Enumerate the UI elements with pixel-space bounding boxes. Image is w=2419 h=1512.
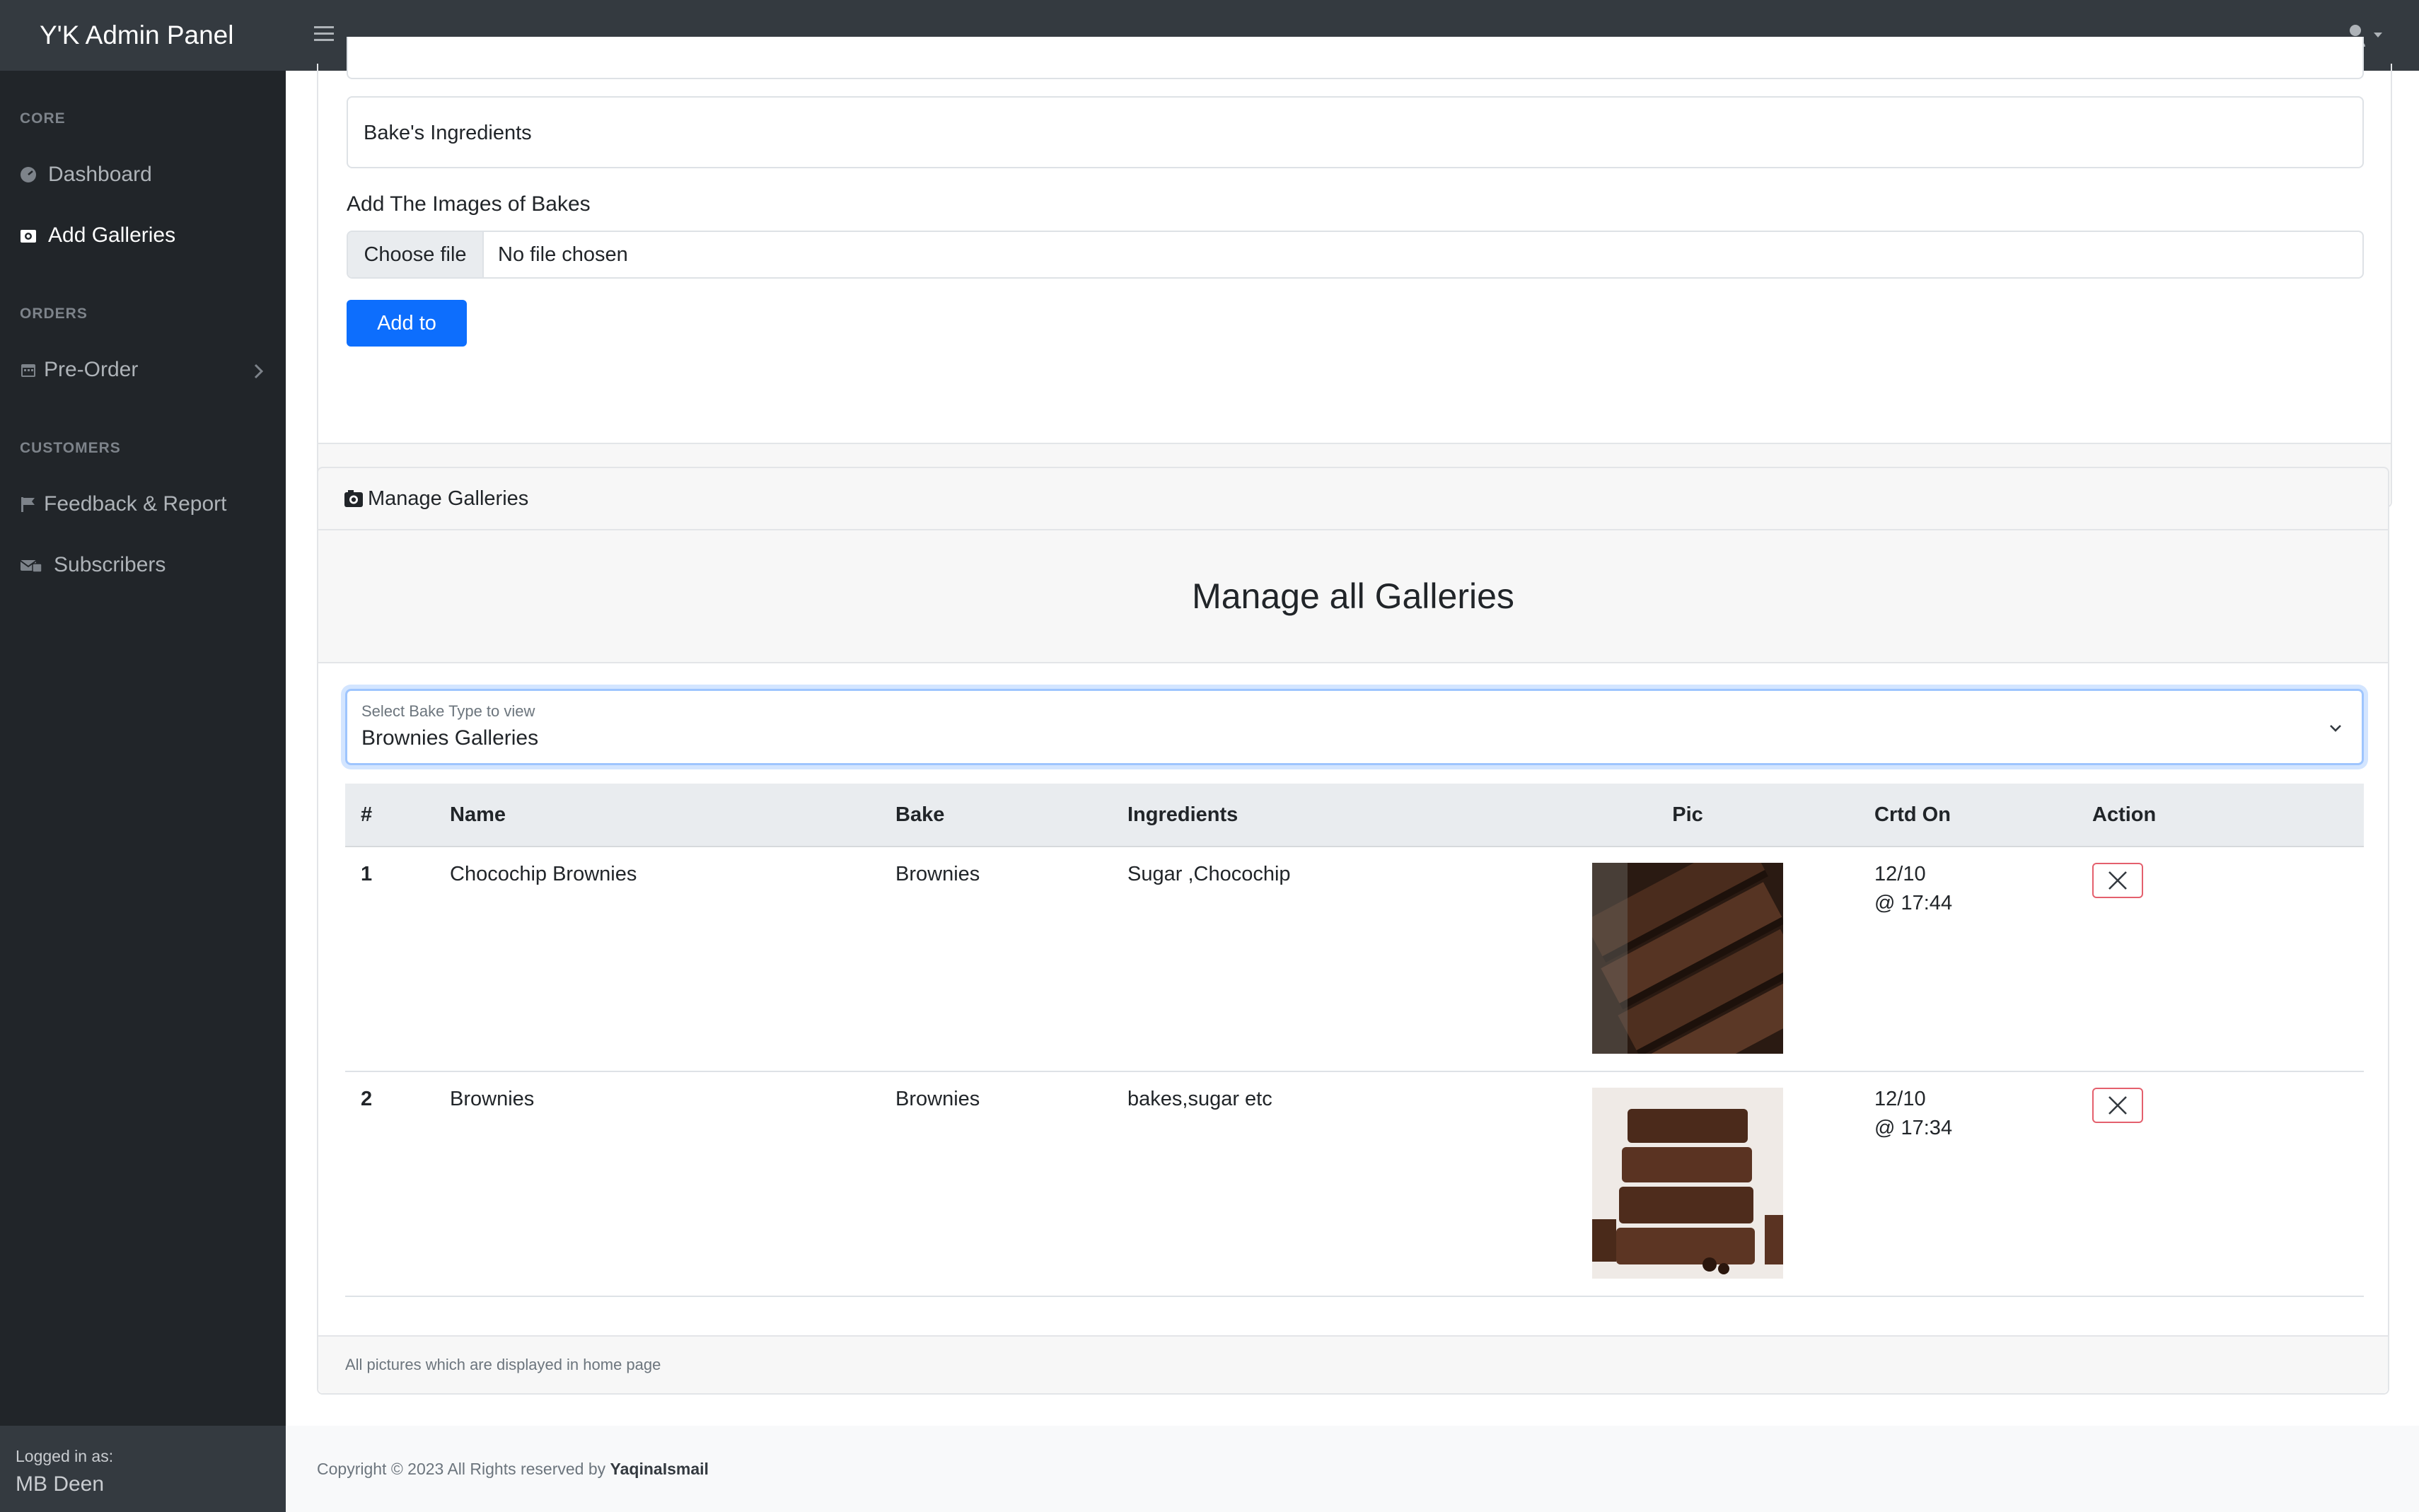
sidebar-heading-orders: ORDERS	[20, 306, 88, 322]
row-name: Chocochip Brownies	[434, 847, 880, 1072]
file-status: No file chosen	[498, 243, 628, 266]
row-created-on: 12/10 @ 17:34	[1808, 1071, 2077, 1297]
ingredients-placeholder: Bake's Ingredients	[364, 122, 532, 144]
card-footer-text: All pictures which are displayed in home…	[345, 1356, 661, 1373]
row-number: 2	[345, 1071, 434, 1297]
flag-icon	[21, 497, 35, 512]
row-action-cell	[2077, 847, 2364, 1072]
camera-icon	[344, 490, 363, 507]
sidebar: CORE Dashboard Add Galleries ORDERS Pre-…	[0, 71, 286, 1512]
row-bake: Brownies	[880, 1071, 1112, 1297]
dashboard-icon	[21, 167, 36, 182]
galleries-table: # Name Bake Ingredients Pic Crtd On Acti…	[345, 784, 2364, 1297]
page-footer: Copyright © 2023 All Rights reserved by …	[286, 1426, 2419, 1512]
logged-in-label: Logged in as:	[16, 1447, 114, 1465]
table-row: 1 Chocochip Brownies Brownies Sugar ,Cho…	[345, 847, 2364, 1072]
sidebar-item-pre-order[interactable]: Pre-Order	[20, 358, 267, 382]
row-number: 1	[345, 847, 434, 1072]
images-label: Add The Images of Bakes	[347, 192, 591, 216]
choose-file-button[interactable]: Choose file	[348, 232, 484, 277]
chevron-down-icon	[2330, 725, 2341, 732]
sidebar-footer: Logged in as: MB Deen	[0, 1426, 286, 1512]
main-content: Bake's Ingredients Add The Images of Bak…	[286, 37, 2419, 1512]
calendar-icon	[21, 364, 35, 377]
title-band: Manage all Galleries	[318, 530, 2388, 663]
row-ingredients: bakes,sugar etc	[1112, 1071, 1567, 1297]
add-gallery-card: Bake's Ingredients Add The Images of Bak…	[317, 37, 2392, 508]
chevron-right-icon	[254, 364, 264, 379]
created-date: 12/10	[1874, 1088, 1926, 1110]
caret-down-icon	[2374, 33, 2382, 37]
close-icon	[2108, 871, 2127, 890]
manage-galleries-card: Manage Galleries Manage all Galleries Se…	[317, 467, 2389, 1395]
bake-type-select[interactable]: Select Bake Type to view Brownies Galler…	[345, 689, 2364, 765]
mail-bulk-icon	[20, 560, 42, 573]
sidebar-item-label: Pre-Order	[44, 358, 139, 381]
sidebar-item-label: Dashboard	[48, 163, 152, 186]
sidebar-item-label: Add Galleries	[48, 223, 176, 247]
sidebar-item-label: Feedback & Report	[44, 492, 227, 516]
brownie-photo-image	[1592, 863, 1783, 1054]
select-value: Brownies Galleries	[361, 726, 539, 750]
col-header-number: #	[345, 784, 434, 847]
ingredients-field[interactable]: Bake's Ingredients	[347, 96, 2364, 168]
delete-button[interactable]	[2092, 1088, 2143, 1123]
close-icon	[2108, 1096, 2127, 1115]
add-to-gallery-button[interactable]: Add to Gallery	[347, 300, 467, 381]
manage-galleries-card-footer: All pictures which are displayed in home…	[318, 1335, 2388, 1393]
row-pic-cell	[1567, 847, 1808, 1072]
row-pic-cell	[1567, 1071, 1808, 1297]
col-header-ingredients: Ingredients	[1112, 784, 1567, 847]
table-row: 2 Brownies Brownies bakes,sugar etc 12/1…	[345, 1071, 2364, 1297]
select-caption: Select Bake Type to view	[361, 702, 535, 720]
sidebar-item-subscribers[interactable]: Subscribers	[20, 553, 267, 577]
row-name: Brownies	[434, 1071, 880, 1297]
page-title: Manage all Galleries	[1192, 576, 1514, 616]
file-input[interactable]: Choose file No file chosen	[347, 231, 2364, 279]
card-header: Manage Galleries	[318, 468, 2388, 530]
logged-in-user: MB Deen	[16, 1472, 105, 1496]
row-created-on: 12/10 @ 17:44	[1808, 847, 2077, 1072]
row-action-cell	[2077, 1071, 2364, 1297]
sidebar-heading-core: CORE	[20, 110, 66, 127]
bake-name-field[interactable]	[347, 37, 2364, 79]
sidebar-toggle-icon[interactable]	[311, 22, 337, 47]
copyright-author: YaqinaIsmail	[610, 1460, 709, 1478]
camera-icon	[21, 230, 36, 243]
sidebar-item-feedback[interactable]: Feedback & Report	[20, 492, 267, 516]
brownie-photo-image	[1592, 1088, 1783, 1279]
sidebar-heading-customers: CUSTOMERS	[20, 440, 121, 456]
col-header-bake: Bake	[880, 784, 1112, 847]
col-header-name: Name	[434, 784, 880, 847]
created-time: @ 17:44	[1874, 892, 1953, 914]
copyright-label: Copyright © 2023 All Rights reserved by	[317, 1460, 606, 1478]
sidebar-item-add-galleries[interactable]: Add Galleries	[20, 223, 267, 248]
col-header-pic: Pic	[1567, 784, 1808, 847]
card-header-title: Manage Galleries	[368, 487, 529, 510]
col-header-created-on: Crtd On	[1808, 784, 2077, 847]
created-date: 12/10	[1874, 863, 1926, 885]
copyright-text: Copyright © 2023 All Rights reserved by …	[317, 1426, 709, 1512]
created-time: @ 17:34	[1874, 1117, 1953, 1139]
col-header-action: Action	[2077, 784, 2364, 847]
sidebar-item-dashboard[interactable]: Dashboard	[20, 163, 267, 187]
row-ingredients: Sugar ,Chocochip	[1112, 847, 1567, 1072]
row-bake: Brownies	[880, 847, 1112, 1072]
delete-button[interactable]	[2092, 863, 2143, 898]
sidebar-item-label: Subscribers	[54, 553, 166, 576]
brand-title[interactable]: Y'K Admin Panel	[40, 0, 233, 71]
table-header-row: # Name Bake Ingredients Pic Crtd On Acti…	[345, 784, 2364, 847]
